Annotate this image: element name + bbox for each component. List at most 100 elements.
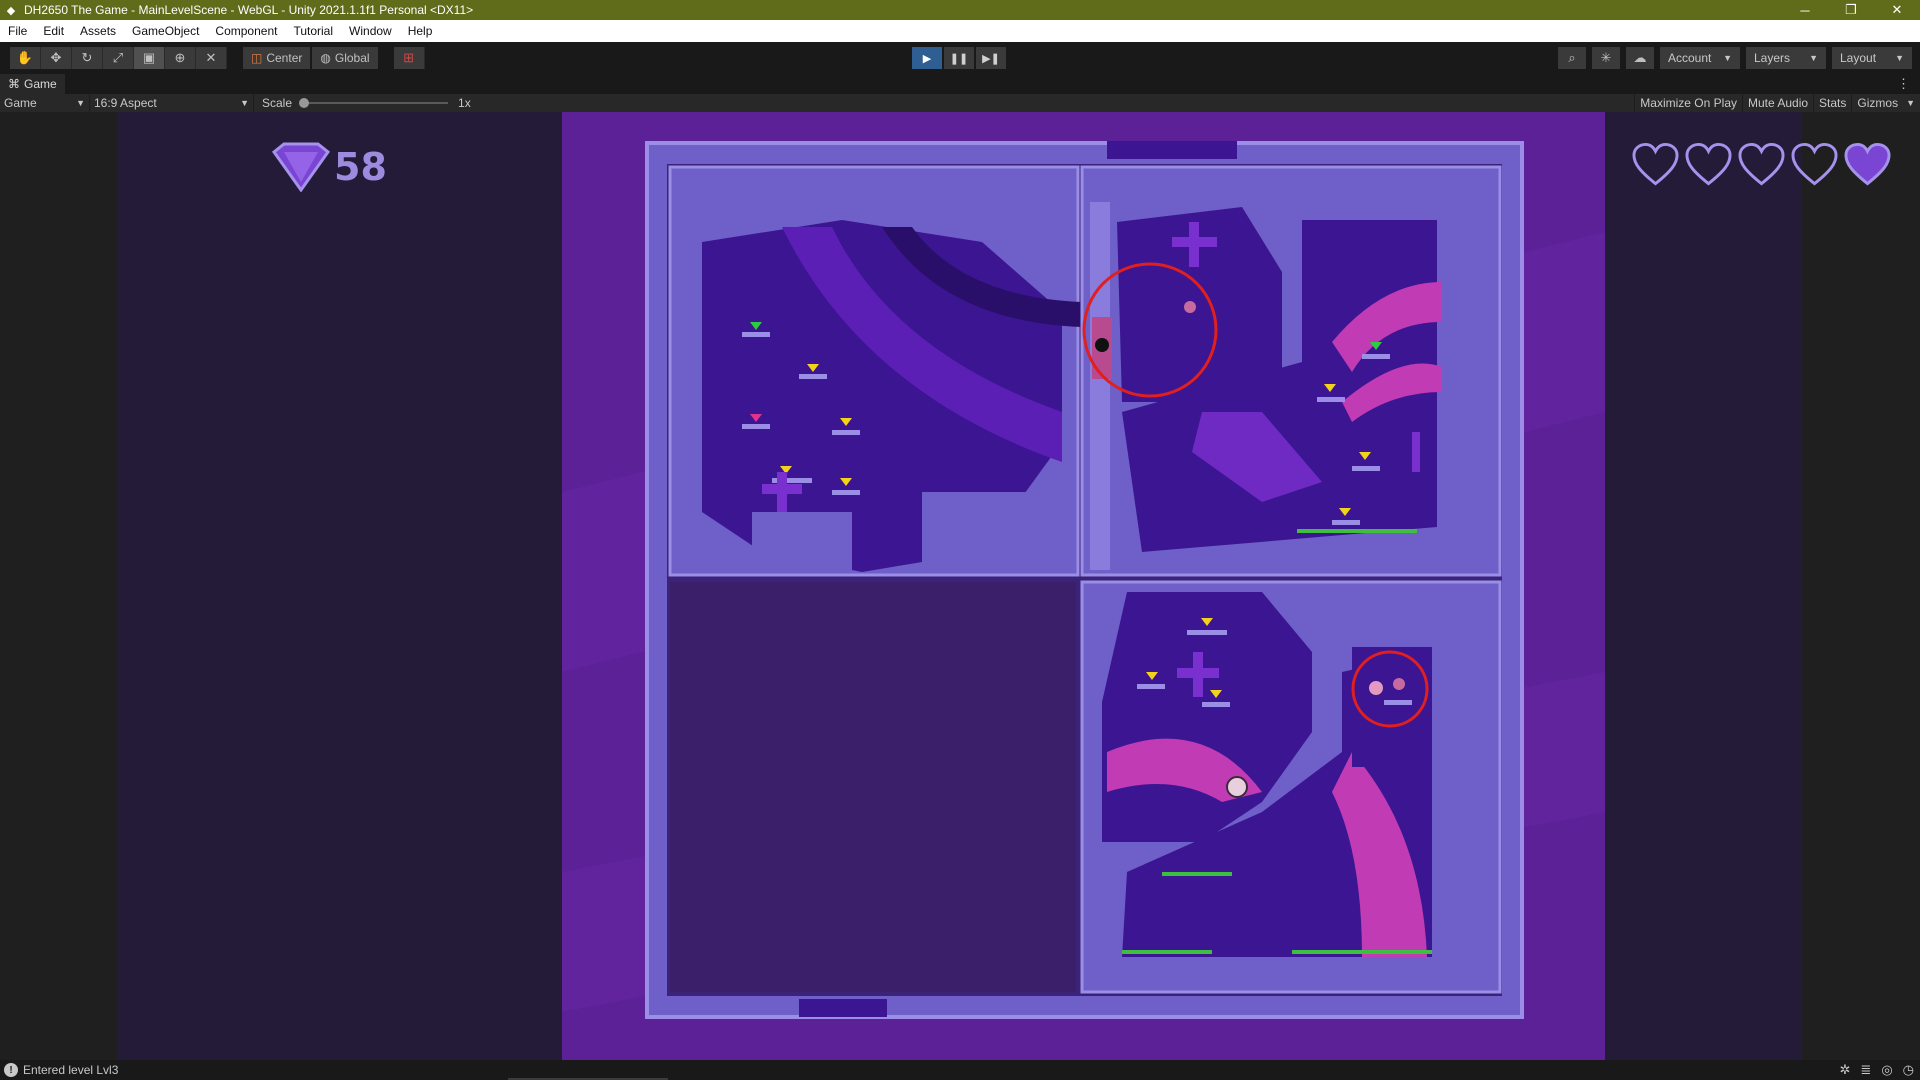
menu-assets[interactable]: Assets xyxy=(72,20,124,42)
debug-icon[interactable]: ✲ xyxy=(1840,1062,1851,1078)
platform xyxy=(1362,354,1390,359)
divider-column xyxy=(1090,202,1110,570)
scale-value: 1x xyxy=(458,96,471,110)
menu-file[interactable]: File xyxy=(0,20,35,42)
enemy-creature xyxy=(1369,681,1383,695)
account-label: Account xyxy=(1668,51,1712,65)
game-viewport: 58 xyxy=(117,112,1891,1060)
mute-audio-button[interactable]: Mute Audio xyxy=(1742,94,1813,112)
chevron-down-icon: ▼ xyxy=(240,98,249,108)
menu-bar: File Edit Assets GameObject Component Tu… xyxy=(0,20,1920,42)
top-exit-gap xyxy=(1107,141,1237,159)
globe-icon: ◍ xyxy=(320,51,331,65)
status-message[interactable]: Entered level Lvl3 xyxy=(23,1063,118,1077)
empty-region xyxy=(670,582,1076,992)
restore-button[interactable]: ❐ xyxy=(1828,0,1874,20)
gem-count: 58 xyxy=(334,145,387,189)
scale-slider-thumb[interactable] xyxy=(299,98,310,108)
game-view[interactable]: 58 xyxy=(0,112,1920,1060)
pivot-global-label: Global xyxy=(334,51,370,65)
chevron-down-icon: ▼ xyxy=(1895,53,1904,63)
scale-slider[interactable] xyxy=(299,98,449,108)
menu-gameobject[interactable]: GameObject xyxy=(124,20,207,42)
pivot-center-button[interactable]: ◫ Center xyxy=(243,47,311,69)
search-icon[interactable]: ⌕ xyxy=(1558,47,1586,69)
chevron-down-icon: ▼ xyxy=(1723,53,1732,63)
gem-counter: 58 xyxy=(272,142,387,192)
display-dropdown[interactable]: Game ▼ xyxy=(0,94,90,112)
scale-icon[interactable]: ⤢ xyxy=(103,47,134,69)
hand-icon[interactable]: ✋ xyxy=(10,47,41,69)
room-floor xyxy=(752,512,852,572)
gizmos-label: Gizmos xyxy=(1857,96,1899,110)
unity-logo-icon: ◆ xyxy=(6,4,16,17)
platform xyxy=(832,430,860,435)
tab-game-label: Game xyxy=(24,77,57,91)
cross-plant xyxy=(762,484,802,494)
play-button[interactable]: ▶ xyxy=(912,47,942,69)
minimize-button[interactable]: ─ xyxy=(1782,0,1828,20)
game-tab-bar: ⌘ Game ⋮ xyxy=(0,74,1920,94)
platform xyxy=(799,374,827,379)
heart-empty-icon xyxy=(1791,142,1838,186)
more-options-icon[interactable]: ⋮ xyxy=(1897,74,1910,94)
menu-component[interactable]: Component xyxy=(207,20,285,42)
grass-strip xyxy=(1162,872,1232,876)
scale-label: Scale xyxy=(262,96,293,110)
play-controls: ▶ ❚❚ ▶❚ xyxy=(912,47,1006,69)
platform xyxy=(1384,700,1412,705)
status-icons: ✲ ≣ ◎ ◷ xyxy=(1840,1060,1915,1080)
gamepad-icon: ⌘ xyxy=(8,77,20,91)
window-title: DH2650 The Game - MainLevelScene - WebGL… xyxy=(24,3,474,17)
pivot-center-label: Center xyxy=(266,51,303,65)
platform xyxy=(832,490,860,495)
maximize-on-play-button[interactable]: Maximize On Play xyxy=(1634,94,1742,112)
gizmos-button[interactable]: Gizmos ▼ xyxy=(1851,94,1920,112)
tab-game[interactable]: ⌘ Game xyxy=(0,74,65,94)
cross-plant xyxy=(1412,432,1420,472)
stats-button[interactable]: Stats xyxy=(1813,94,1851,112)
custom-tool-icon[interactable]: ✕ xyxy=(196,47,227,69)
layers-stack-icon[interactable]: ≣ xyxy=(1860,1062,1871,1078)
platform xyxy=(1202,702,1230,707)
door-lock-icon xyxy=(1095,338,1109,352)
aspect-dropdown[interactable]: 16:9 Aspect ▼ xyxy=(90,94,254,112)
step-button[interactable]: ▶❚ xyxy=(976,47,1006,69)
chevron-down-icon: ▼ xyxy=(1906,98,1915,108)
platform xyxy=(1317,397,1345,402)
grid-snap-icon[interactable]: ⊞ xyxy=(393,47,425,69)
layout-label: Layout xyxy=(1840,51,1877,65)
heart-empty-icon xyxy=(1685,142,1732,186)
play-field xyxy=(562,112,1605,1060)
layout-dropdown[interactable]: Layout ▼ xyxy=(1832,47,1912,69)
network-icon[interactable]: ◎ xyxy=(1881,1062,1892,1078)
room-floor xyxy=(922,492,1072,572)
menu-tutorial[interactable]: Tutorial xyxy=(285,20,341,42)
grass-strip xyxy=(1122,950,1212,954)
close-button[interactable]: ✕ xyxy=(1874,0,1920,20)
heart-empty-icon xyxy=(1738,142,1785,186)
move-icon[interactable]: ✥ xyxy=(41,47,72,69)
rect-icon[interactable]: ▣ xyxy=(134,47,165,69)
collab-icon[interactable]: ✳ xyxy=(1592,47,1620,69)
pause-button[interactable]: ❚❚ xyxy=(944,47,974,69)
menu-edit[interactable]: Edit xyxy=(35,20,72,42)
heart-empty-icon xyxy=(1632,142,1679,186)
chevron-down-icon: ▼ xyxy=(1809,53,1818,63)
platform xyxy=(1187,630,1227,635)
pivot-global-button[interactable]: ◍ Global xyxy=(312,47,378,69)
heart-filled-icon xyxy=(1844,142,1891,186)
rotate-icon[interactable]: ↻ xyxy=(72,47,103,69)
layers-dropdown[interactable]: Layers ▼ xyxy=(1746,47,1826,69)
snap-tools: ⊞ xyxy=(393,47,425,69)
auto-refresh-icon[interactable]: ◷ xyxy=(1903,1062,1914,1078)
platform xyxy=(742,424,770,429)
account-dropdown[interactable]: Account ▼ xyxy=(1660,47,1740,69)
menu-help[interactable]: Help xyxy=(400,20,441,42)
toolbar-right: ⌕ ✳ ☁ Account ▼ Layers ▼ Layout ▼ xyxy=(1558,47,1912,69)
platform xyxy=(742,332,770,337)
enemy-spiky xyxy=(1393,678,1405,690)
menu-window[interactable]: Window xyxy=(341,20,400,42)
cloud-icon[interactable]: ☁ xyxy=(1626,47,1654,69)
transform-icon[interactable]: ⊕ xyxy=(165,47,196,69)
